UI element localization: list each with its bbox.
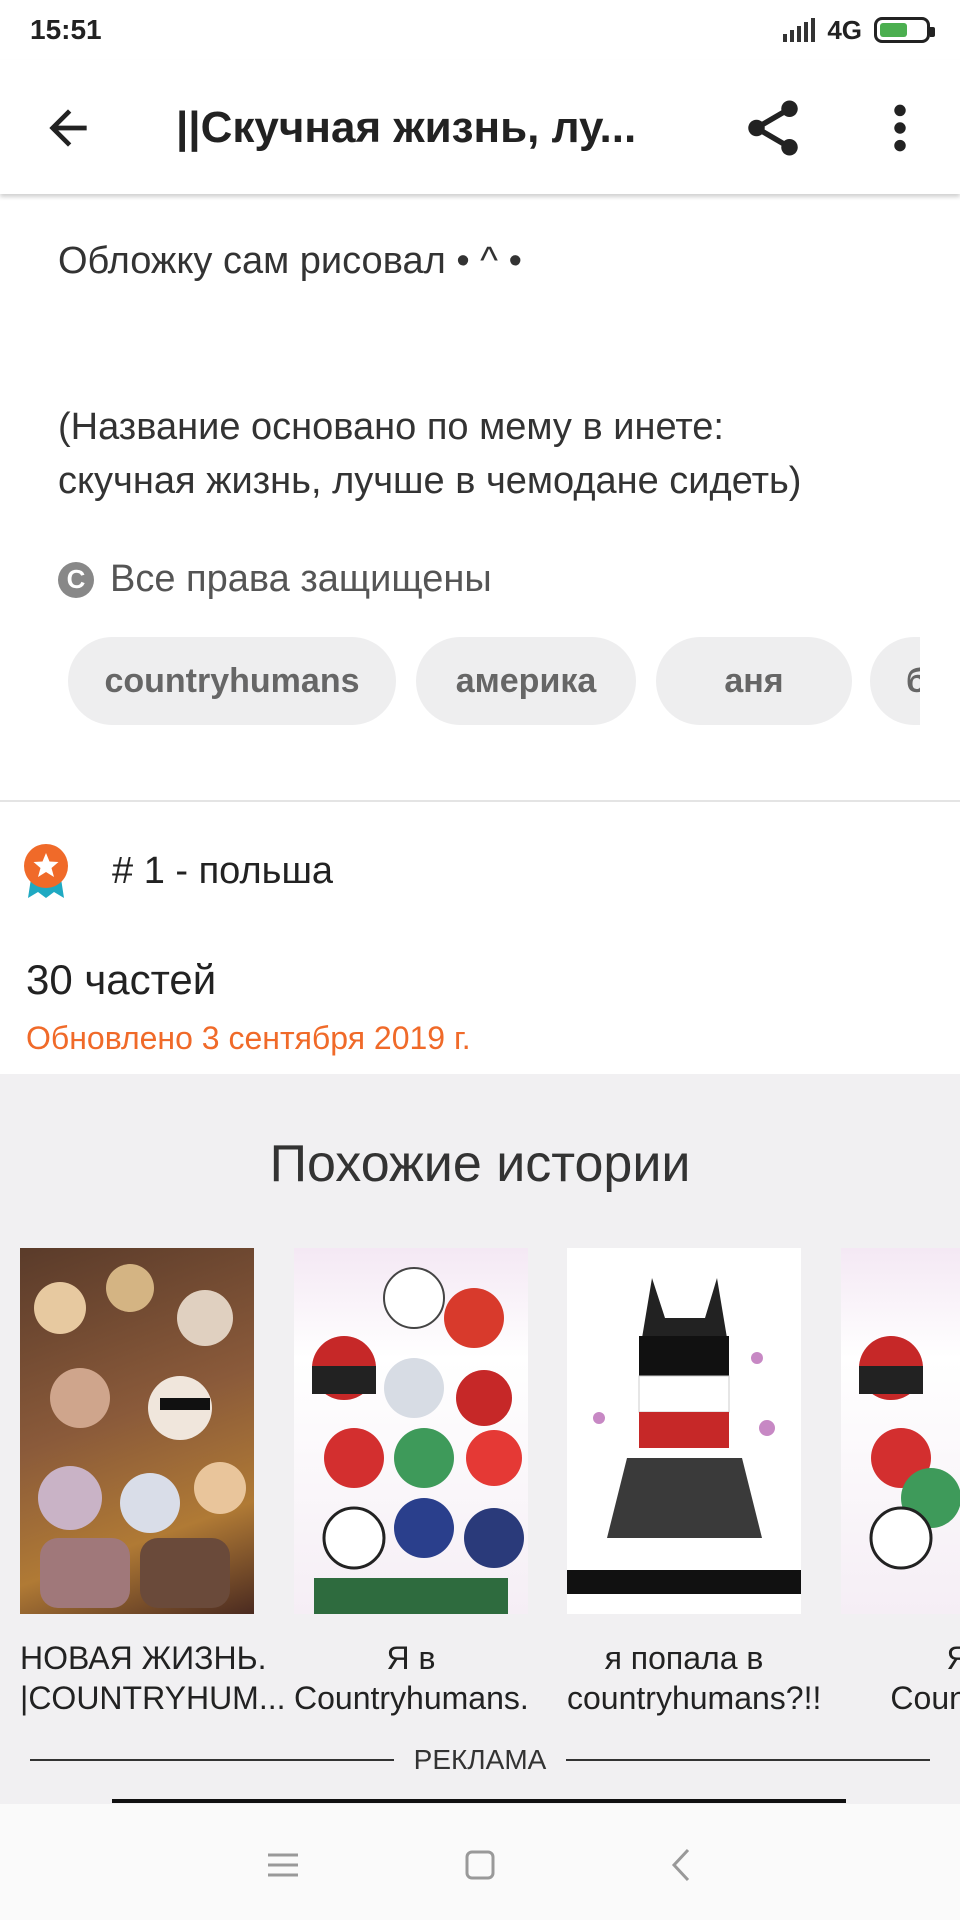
tag-chip[interactable]: аня [656, 637, 852, 725]
network-type: 4G [827, 14, 862, 45]
cover-art [312, 1267, 524, 1614]
similar-stories-section: Похожие истории НОВАЯ ЖИЗНЬ. |COUNTRYHUM… [0, 1074, 960, 1804]
copyright-notice: C Все права защищены [58, 558, 492, 601]
status-time: 15:51 [30, 14, 102, 45]
system-nav-bar [0, 1804, 960, 1920]
story-card[interactable]: Я в Countryhumans. [294, 1248, 529, 1718]
tag-chip[interactable]: countryhumans [68, 637, 396, 725]
story-cover[interactable] [567, 1248, 801, 1614]
share-icon [748, 100, 798, 156]
cover-art [567, 1278, 801, 1594]
ribbon-badge-icon [24, 844, 68, 898]
copyright-icon: C [58, 561, 94, 598]
app-toolbar: ||Скучная жизнь, лу... [0, 60, 960, 194]
description-line: скучная жизнь, лучше в чемодане сидеть) [58, 460, 802, 502]
section-divider [0, 800, 960, 802]
story-card-title: Я в [386, 1640, 436, 1676]
battery-icon [874, 17, 935, 43]
cover-art [859, 1336, 960, 1570]
story-card[interactable]: НОВАЯ ЖИЗНЬ. |COUNTRYHUM... [20, 1248, 286, 1718]
more-vert-icon [894, 104, 906, 152]
nav-menu-button[interactable] [258, 1840, 308, 1890]
story-cover[interactable] [20, 1248, 254, 1614]
ad-label: РЕКЛАМА [413, 1744, 547, 1775]
chevron-left-icon [671, 1848, 690, 1882]
status-bar: 15:51 4G [0, 0, 960, 60]
ad-separator: РЕКЛАМА [30, 1744, 930, 1775]
tag-list: countryhumans америка аня б [68, 637, 920, 725]
tag-chip[interactable]: америка [416, 637, 636, 725]
tag-chip[interactable]: б [870, 637, 920, 725]
parts-count: 30 частей [26, 956, 217, 1003]
description-line: (Название основано по мему в инете: [58, 406, 724, 448]
story-title: ||Скучная жизнь, лу... [176, 103, 637, 152]
story-card[interactable]: я попала в countryhumans?!! [567, 1248, 822, 1718]
updated-date: Обновлено 3 сентября 2019 г. [26, 1020, 471, 1056]
status-indicators: 4G [783, 14, 935, 46]
story-card-title: я попала в [604, 1640, 764, 1676]
story-card-title: Countryhumans. [294, 1680, 529, 1716]
story-cover[interactable] [841, 1248, 960, 1614]
ranking-text: # 1 - польша [112, 849, 334, 892]
arrow-left-icon [49, 109, 87, 147]
nav-back-button[interactable] [656, 1840, 706, 1890]
story-card[interactable]: Я CountryH [841, 1248, 960, 1718]
menu-icon [268, 1853, 298, 1877]
story-card-title: countryhumans?!! [567, 1680, 822, 1716]
copyright-label: Все права защищены [110, 558, 492, 600]
story-card-title: |COUNTRYHUM... [20, 1680, 286, 1716]
back-button[interactable] [40, 100, 96, 156]
similar-stories-heading: Похожие истории [269, 1135, 691, 1193]
square-home-icon [465, 1850, 495, 1880]
signal-icon [783, 18, 816, 42]
nav-home-button[interactable] [455, 1840, 505, 1890]
story-card-title: CountryH [890, 1680, 960, 1716]
story-card-title: НОВАЯ ЖИЗНЬ. [20, 1640, 267, 1676]
ranking-row[interactable]: # 1 - польша [22, 842, 333, 900]
share-button[interactable] [740, 95, 806, 161]
story-cover[interactable] [294, 1248, 528, 1614]
description-line: Обложку сам рисовал • ^ • [58, 240, 522, 282]
story-card-title: Я [946, 1640, 960, 1676]
more-options-button[interactable] [880, 95, 920, 161]
ad-banner[interactable] [112, 1799, 846, 1803]
cover-art [34, 1264, 246, 1608]
